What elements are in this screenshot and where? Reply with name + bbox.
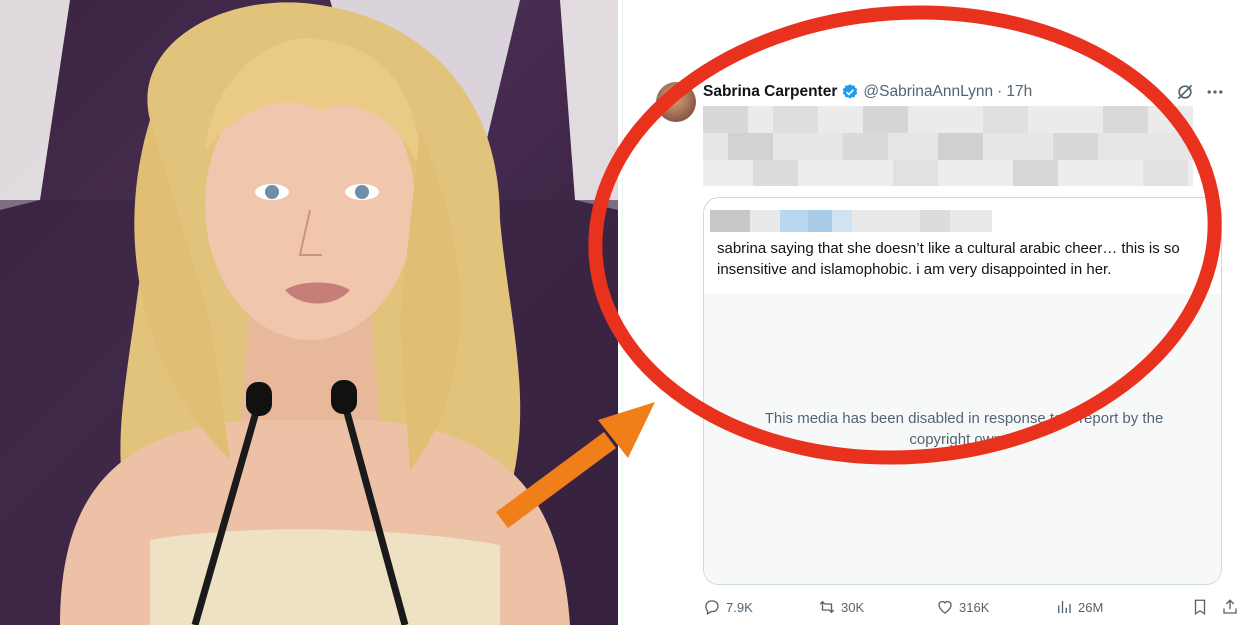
repost-count: 30K [841,599,865,615]
reply-count: 7.9K [726,599,753,615]
like-count: 316K [959,599,990,615]
reply-icon [705,600,719,615]
tweet-card[interactable]: Sabrina Carpenter @SabrinaAnnLynn · 17h [622,0,1250,625]
quoted-tweet[interactable]: sabrina saying that she doesn’t like a c… [703,197,1222,585]
view-count: 26M [1078,599,1104,615]
verified-badge-icon [843,84,858,99]
separator-dot: · [997,83,1003,100]
views-button[interactable]: 26M [1055,597,1103,617]
tweet-actions: 7.9K 30K 316K 26M [703,597,1237,617]
repost-button[interactable]: 30K [818,597,864,617]
handle[interactable]: @SabrinaAnnLynn [863,83,993,101]
avatar[interactable] [656,82,696,122]
bookmark-icon [1194,599,1206,616]
speaker-photo [0,0,618,625]
quoted-tweet-text: sabrina saying that she doesn’t like a c… [717,240,1180,278]
reply-button[interactable]: 7.9K [703,597,753,617]
pixelated-quote-author [710,210,992,232]
more-options-icon[interactable] [1205,82,1225,102]
media-disabled-notice: This media has been disabled in response… [764,410,1164,448]
views-chart-icon [1058,601,1071,613]
pixelated-tweet-text [703,106,1193,186]
photo-panel [0,0,618,625]
heart-icon [938,600,952,614]
timestamp[interactable]: 17h [1006,83,1032,101]
repost-icon [819,600,835,614]
disabled-media: This media has been disabled in response… [704,294,1221,584]
display-name[interactable]: Sabrina Carpenter [703,83,837,101]
grok-icon[interactable] [1175,82,1195,102]
like-button[interactable]: 316K [936,597,989,617]
share-button[interactable] [1221,597,1244,617]
bookmark-button[interactable] [1191,597,1214,617]
tweet-header: Sabrina Carpenter @SabrinaAnnLynn · 17h [703,82,1032,102]
share-icon [1223,599,1237,614]
